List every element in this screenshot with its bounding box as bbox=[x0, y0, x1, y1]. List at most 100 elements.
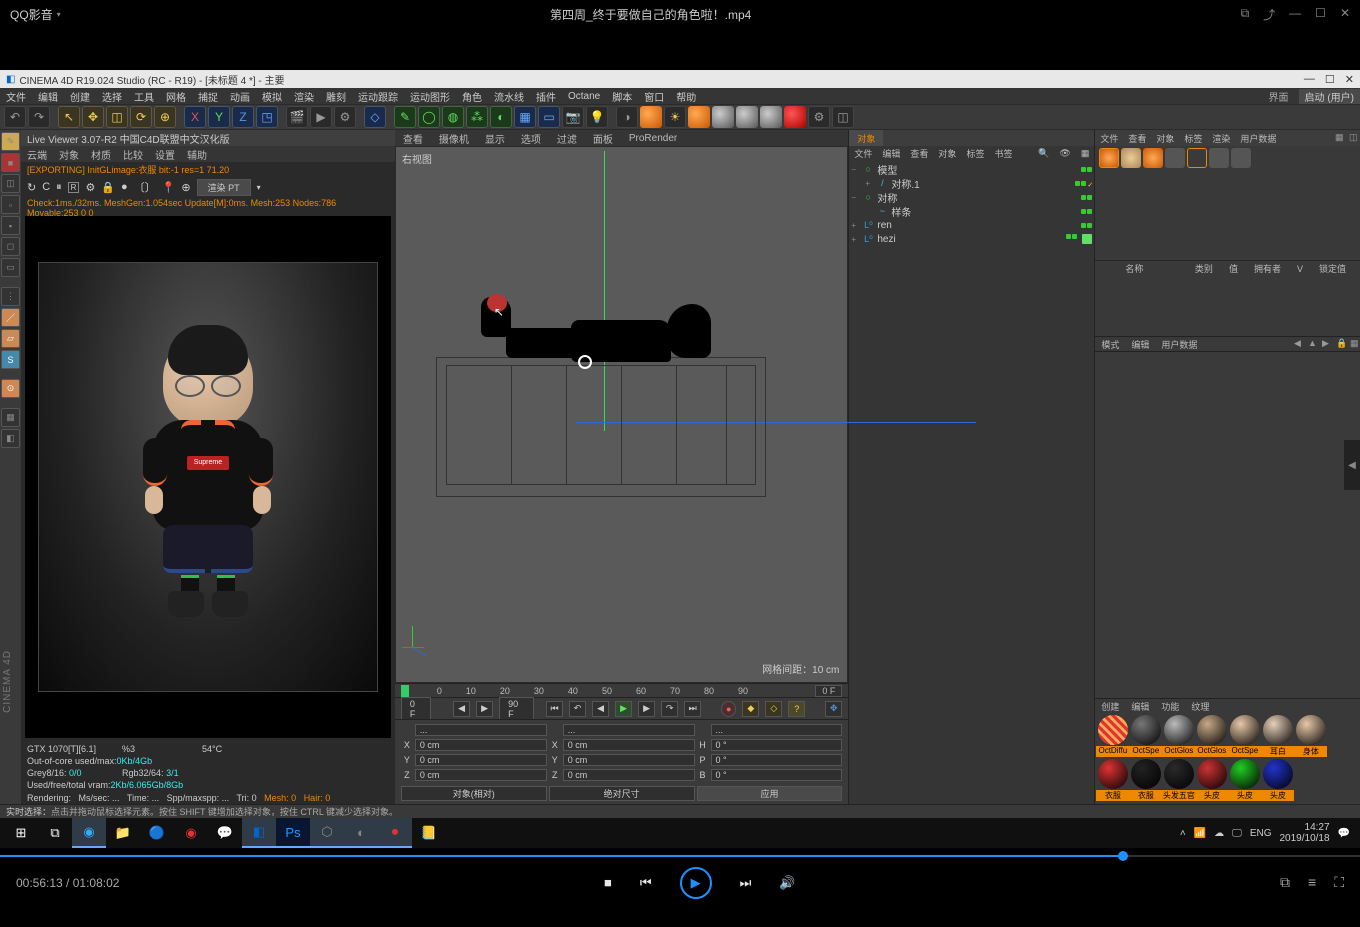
polys-mode-button[interactable]: ▱ bbox=[1, 329, 20, 348]
om-search-icon[interactable]: 🔍 bbox=[1033, 148, 1054, 159]
attr-menu-item[interactable]: 标签 bbox=[1179, 132, 1207, 145]
start-button[interactable]: ⊞ bbox=[4, 818, 38, 848]
octane-settings-icon[interactable]: ⚙ bbox=[808, 106, 830, 128]
menu-item[interactable]: 插件 bbox=[530, 89, 562, 104]
spline-circle[interactable]: ◯ bbox=[418, 106, 440, 128]
lv-gear-icon[interactable]: ⚙ bbox=[85, 181, 95, 194]
lv-bracket-icon[interactable]: 〔〕 bbox=[134, 179, 156, 195]
c4d-maximize-icon[interactable]: ☐ bbox=[1325, 73, 1335, 86]
mode-menu-item[interactable]: 编辑 bbox=[1125, 338, 1155, 351]
object-tree[interactable]: −○模型+/对称.1✓−○对称~样条+L⁰ren+L⁰hezi bbox=[849, 160, 1094, 804]
close-icon[interactable]: ✕ bbox=[1340, 6, 1350, 23]
material-swatch[interactable]: OctDiffu bbox=[1096, 715, 1129, 759]
playlist-button[interactable]: ≡ bbox=[1308, 874, 1316, 891]
lv-tab[interactable]: 材质 bbox=[85, 147, 117, 162]
lv-lock-icon[interactable]: 🔒 bbox=[101, 181, 115, 194]
viewport-menu-item[interactable]: 查看 bbox=[395, 131, 431, 146]
next-track-button[interactable]: ⏭ bbox=[740, 875, 752, 891]
edges-mode-button[interactable]: ／ bbox=[1, 308, 20, 327]
octane-bw-icon[interactable]: ◑ bbox=[616, 106, 638, 128]
timeline-end-field[interactable]: 0 F bbox=[815, 685, 842, 697]
light-object[interactable]: 💡 bbox=[586, 106, 608, 128]
uv-points-mode-button[interactable]: ▫ bbox=[1, 195, 20, 214]
taskbar-c4d[interactable]: ◧ bbox=[242, 818, 276, 848]
lv-region-icon[interactable]: R bbox=[68, 182, 80, 193]
material-swatch[interactable]: 衣服 bbox=[1096, 759, 1129, 803]
taskbar-explorer[interactable]: 📁 bbox=[106, 818, 140, 848]
lv-render-mode-dropdown[interactable]: 渲染 PT bbox=[197, 179, 251, 196]
array-generator[interactable]: ⁂ bbox=[466, 106, 488, 128]
subdiv-surface[interactable]: ◍ bbox=[442, 106, 464, 128]
extrude-generator[interactable]: ◐ bbox=[490, 106, 512, 128]
move-tool[interactable]: ✥ bbox=[82, 106, 104, 128]
material-swatch[interactable]: 身体 bbox=[1294, 715, 1327, 759]
menu-item[interactable]: 窗口 bbox=[638, 89, 670, 104]
material-swatch[interactable]: 头皮 bbox=[1195, 759, 1228, 803]
material-swatch[interactable]: 衣服 bbox=[1129, 759, 1162, 803]
menu-item[interactable]: 创建 bbox=[64, 89, 96, 104]
texture-mode-button[interactable]: ◫ bbox=[1, 174, 20, 193]
model-mode-button[interactable]: ■ bbox=[1, 153, 20, 172]
start-frame-field[interactable]: 0 F bbox=[401, 697, 431, 721]
end-frame-field[interactable]: 90 F bbox=[499, 697, 534, 721]
mode-menu-item[interactable]: 模式 bbox=[1095, 338, 1125, 351]
attr-ico-5[interactable] bbox=[1187, 148, 1207, 168]
taskbar-wechat[interactable]: 💬 bbox=[208, 818, 242, 848]
viewport-menu-item[interactable]: 选项 bbox=[513, 131, 549, 146]
c4d-minimize-icon[interactable]: — bbox=[1304, 73, 1315, 86]
prev-frame-button[interactable]: ◀ bbox=[592, 701, 609, 717]
mat-menu-item[interactable]: 创建 bbox=[1095, 700, 1125, 713]
octane-mat-gray1[interactable] bbox=[712, 106, 734, 128]
menu-item[interactable]: 流水线 bbox=[488, 89, 530, 104]
attr-menu-item[interactable]: 对象 bbox=[1151, 132, 1179, 145]
om-eye-icon[interactable]: 👁 bbox=[1054, 148, 1075, 159]
move-gizmo-button[interactable]: ✥ bbox=[825, 701, 842, 717]
next-key-button[interactable]: ↷ bbox=[661, 701, 678, 717]
screenshot-button[interactable]: ⧉ bbox=[1280, 874, 1290, 891]
menu-item[interactable]: 角色 bbox=[456, 89, 488, 104]
scale-tool[interactable]: ◫ bbox=[106, 106, 128, 128]
side-panel-toggle[interactable]: ◀ bbox=[1344, 440, 1360, 490]
video-progress-bar[interactable] bbox=[0, 852, 1360, 860]
menu-item[interactable]: 运动跟踪 bbox=[352, 89, 404, 104]
make-editable-button[interactable]: ✎ bbox=[1, 132, 20, 151]
attr-menu-item[interactable]: 查看 bbox=[1123, 132, 1151, 145]
lv-dropdown-arrow[interactable]: ▾ bbox=[257, 183, 261, 192]
tray-lang[interactable]: ENG bbox=[1250, 828, 1272, 839]
task-view-button[interactable]: ⧉ bbox=[38, 818, 72, 848]
om-menu-item[interactable]: 查看 bbox=[905, 147, 933, 160]
attr-ico-2[interactable] bbox=[1121, 148, 1141, 168]
attr-ico-6[interactable] bbox=[1209, 148, 1229, 168]
viewport-menu-item[interactable]: 显示 bbox=[477, 131, 513, 146]
lv-tab[interactable]: 对象 bbox=[53, 147, 85, 162]
select-tool[interactable]: ↖ bbox=[58, 106, 80, 128]
render-settings-button[interactable]: ⚙ bbox=[334, 106, 356, 128]
viewport-solo-button[interactable]: ◧ bbox=[1, 429, 20, 448]
goto-end-button[interactable]: ⏭ bbox=[684, 701, 701, 717]
material-swatch[interactable]: 头皮 bbox=[1228, 759, 1261, 803]
menu-item[interactable]: Octane bbox=[562, 91, 606, 102]
tray-up-icon[interactable]: ˄ bbox=[1180, 828, 1186, 839]
coord-system-button[interactable]: ◳ bbox=[256, 106, 278, 128]
viewport-menu-item[interactable]: ProRender bbox=[621, 133, 685, 144]
attr-menu-item[interactable]: 渲染 bbox=[1207, 132, 1235, 145]
attr-ico-7[interactable] bbox=[1231, 148, 1251, 168]
attr-new-icon[interactable]: ◫ bbox=[1344, 132, 1356, 144]
material-swatch[interactable]: 头皮 bbox=[1261, 759, 1294, 803]
coord-size-field[interactable]: 0 cm bbox=[563, 769, 695, 781]
menu-item[interactable]: 帮助 bbox=[670, 89, 702, 104]
material-swatch[interactable]: OctGlos bbox=[1195, 715, 1228, 759]
current-frame-marker[interactable] bbox=[401, 685, 409, 697]
lv-cycle-icon[interactable]: C bbox=[42, 181, 50, 193]
coord-size-field[interactable]: 0 cm bbox=[563, 739, 695, 751]
coord-size-field[interactable]: 0 cm bbox=[563, 754, 695, 766]
om-menu-item[interactable]: 标签 bbox=[961, 147, 989, 160]
camera-object[interactable]: 📷 bbox=[562, 106, 584, 128]
autokey-button[interactable]: ◆ bbox=[742, 701, 759, 717]
tray-cloud-icon[interactable]: ☁ bbox=[1214, 828, 1224, 839]
taskbar-netease[interactable]: ◉ bbox=[174, 818, 208, 848]
menu-item[interactable]: 脚本 bbox=[606, 89, 638, 104]
lv-pin-icon[interactable]: 📍 bbox=[162, 181, 176, 194]
coord-apply-button[interactable]: 应用 bbox=[697, 786, 843, 801]
attr-menu-item[interactable]: 文件 bbox=[1095, 132, 1123, 145]
